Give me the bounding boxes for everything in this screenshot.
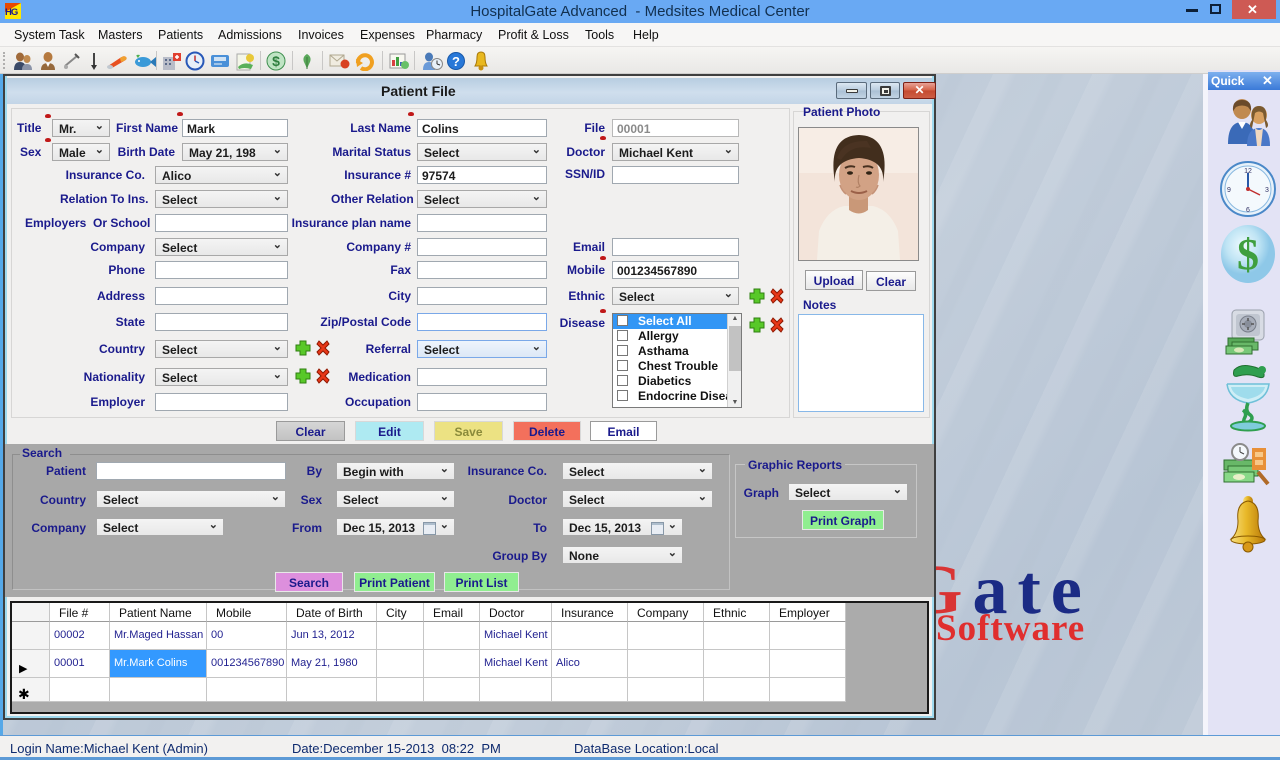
svg-text:6: 6 [1246,207,1250,214]
svg-text:?: ? [452,54,460,69]
svg-text:$: $ [1237,230,1259,279]
svg-text:$: $ [272,53,280,69]
svg-text:9: 9 [1227,187,1231,194]
svg-text:3: 3 [1265,187,1269,194]
